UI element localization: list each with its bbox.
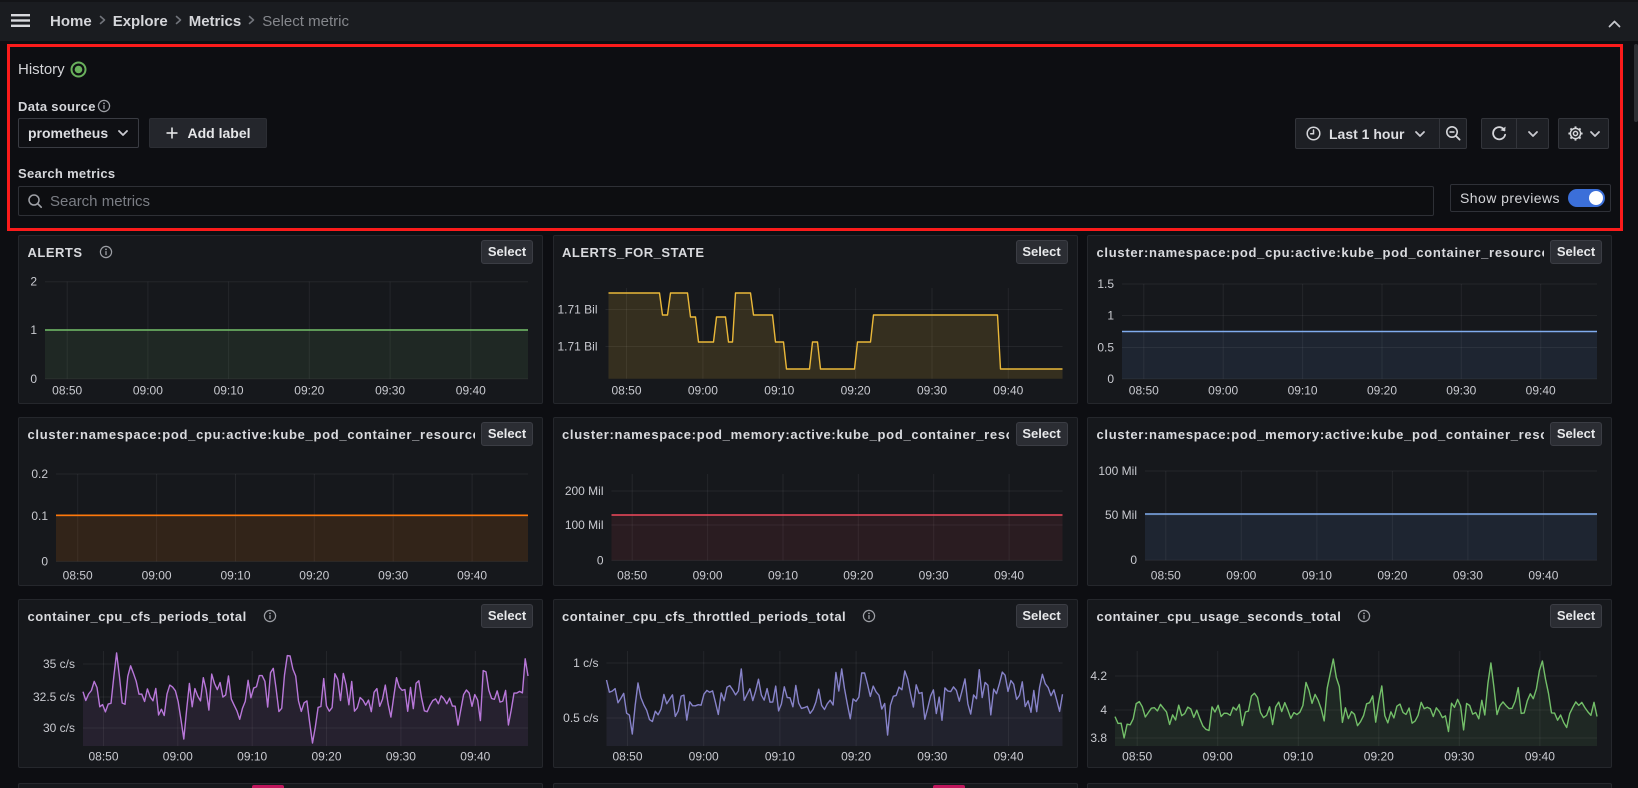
svg-text:100 Mil: 100 Mil [1098, 464, 1137, 478]
svg-text:08:50: 08:50 [1129, 384, 1159, 398]
svg-text:09:00: 09:00 [1208, 384, 1238, 398]
svg-text:08:50: 08:50 [612, 750, 642, 764]
svg-text:09:10: 09:10 [1302, 569, 1332, 583]
svg-text:09:00: 09:00 [688, 750, 718, 764]
svg-text:09:10: 09:10 [1283, 750, 1313, 764]
svg-text:09:10: 09:10 [764, 750, 794, 764]
svg-text:09:20: 09:20 [1377, 569, 1407, 583]
svg-text:09:30: 09:30 [378, 569, 408, 583]
svg-text:09:20: 09:20 [294, 384, 324, 398]
svg-text:09:00: 09:00 [163, 750, 193, 764]
svg-text:09:40: 09:40 [1528, 569, 1558, 583]
svg-text:09:40: 09:40 [456, 384, 486, 398]
svg-text:1.5: 1.5 [1097, 277, 1114, 291]
svg-text:08:50: 08:50 [1122, 750, 1152, 764]
svg-text:4: 4 [1100, 703, 1107, 717]
svg-text:200 Mil: 200 Mil [564, 484, 603, 498]
svg-text:0: 0 [41, 554, 48, 568]
svg-text:09:20: 09:20 [843, 569, 873, 583]
svg-text:09:40: 09:40 [993, 384, 1023, 398]
svg-text:09:10: 09:10 [220, 569, 250, 583]
svg-text:08:50: 08:50 [88, 750, 118, 764]
svg-text:1.71 Bil: 1.71 Bil [557, 303, 597, 317]
svg-text:09:40: 09:40 [994, 569, 1024, 583]
svg-text:09:40: 09:40 [993, 750, 1023, 764]
svg-text:09:20: 09:20 [299, 569, 329, 583]
svg-text:09:30: 09:30 [918, 569, 948, 583]
svg-text:09:30: 09:30 [1444, 750, 1474, 764]
svg-text:08:50: 08:50 [617, 569, 647, 583]
svg-text:09:20: 09:20 [840, 384, 870, 398]
svg-text:50 Mil: 50 Mil [1105, 508, 1137, 522]
svg-text:09:40: 09:40 [457, 569, 487, 583]
svg-text:2: 2 [30, 275, 37, 289]
svg-text:09:30: 09:30 [917, 750, 947, 764]
svg-text:09:10: 09:10 [767, 569, 797, 583]
svg-text:09:30: 09:30 [386, 750, 416, 764]
svg-text:4.2: 4.2 [1090, 669, 1107, 683]
svg-text:09:20: 09:20 [841, 750, 871, 764]
svg-text:0: 0 [1107, 372, 1114, 386]
svg-text:0: 0 [596, 553, 603, 567]
svg-text:0: 0 [30, 372, 37, 386]
svg-text:08:50: 08:50 [52, 384, 82, 398]
svg-text:09:10: 09:10 [237, 750, 267, 764]
svg-text:09:10: 09:10 [764, 384, 794, 398]
svg-text:30 c/s: 30 c/s [43, 721, 75, 735]
svg-text:09:30: 09:30 [1446, 384, 1476, 398]
svg-text:09:30: 09:30 [1453, 569, 1483, 583]
svg-text:100 Mil: 100 Mil [564, 518, 603, 532]
svg-text:0.5 c/s: 0.5 c/s [563, 711, 598, 725]
svg-text:09:00: 09:00 [133, 384, 163, 398]
svg-text:1: 1 [1107, 309, 1114, 323]
svg-text:0.5: 0.5 [1097, 341, 1114, 355]
svg-text:0.1: 0.1 [31, 509, 48, 523]
svg-text:1: 1 [30, 323, 37, 337]
svg-text:1.71 Bil: 1.71 Bil [557, 340, 597, 354]
svg-text:09:20: 09:20 [311, 750, 341, 764]
svg-text:09:10: 09:10 [1288, 384, 1318, 398]
svg-text:35 c/s: 35 c/s [43, 657, 75, 671]
svg-text:08:50: 08:50 [611, 384, 641, 398]
svg-text:09:20: 09:20 [1364, 750, 1394, 764]
svg-text:09:00: 09:00 [692, 569, 722, 583]
svg-text:09:40: 09:40 [1526, 384, 1556, 398]
svg-text:09:30: 09:30 [375, 384, 405, 398]
svg-text:09:20: 09:20 [1367, 384, 1397, 398]
svg-text:1 c/s: 1 c/s [573, 656, 598, 670]
svg-text:0: 0 [1130, 553, 1137, 567]
svg-text:09:00: 09:00 [1226, 569, 1256, 583]
svg-text:3.8: 3.8 [1090, 731, 1107, 745]
svg-text:09:30: 09:30 [916, 384, 946, 398]
svg-text:09:10: 09:10 [214, 384, 244, 398]
svg-text:09:40: 09:40 [1525, 750, 1555, 764]
svg-text:08:50: 08:50 [1151, 569, 1181, 583]
svg-text:0.2: 0.2 [31, 467, 48, 481]
svg-text:08:50: 08:50 [63, 569, 93, 583]
svg-text:32.5 c/s: 32.5 c/s [33, 690, 75, 704]
svg-text:09:00: 09:00 [142, 569, 172, 583]
svg-text:09:40: 09:40 [460, 750, 490, 764]
svg-text:09:00: 09:00 [687, 384, 717, 398]
svg-text:09:00: 09:00 [1203, 750, 1233, 764]
